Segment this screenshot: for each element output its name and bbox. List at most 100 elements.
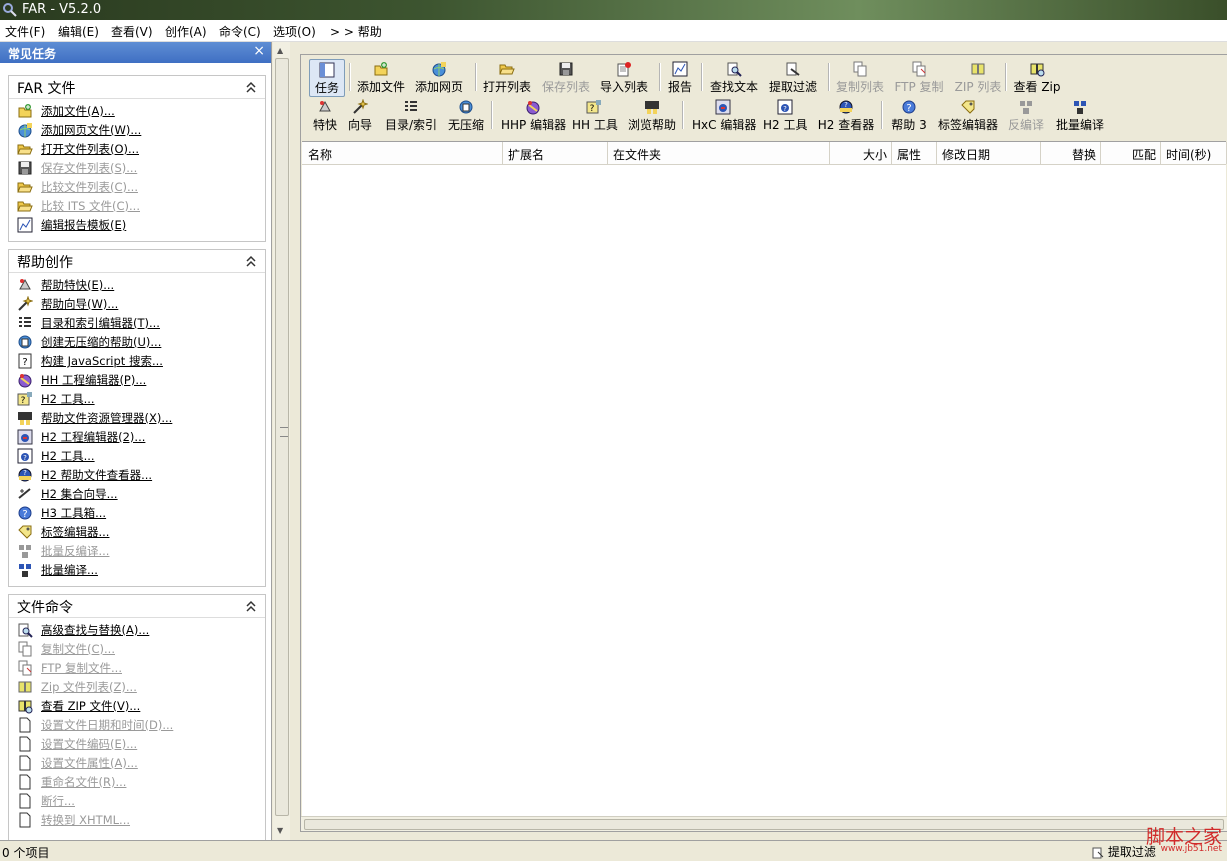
menu-command[interactable]: 命令(C) — [219, 23, 261, 40]
column-header-cell[interactable]: 属性 — [891, 142, 937, 164]
task-item[interactable]: 添加文件(A)... — [17, 102, 262, 121]
toolbar-button[interactable]: FTP 复制 — [894, 59, 944, 95]
column-header-cell[interactable]: 时间(秒) — [1160, 142, 1227, 164]
toolbar-button[interactable]: ? H2 工具 — [763, 97, 807, 133]
task-item[interactable]: 标签编辑器... — [17, 523, 262, 542]
task-item[interactable]: 创建无压缩的帮助(U)... — [17, 333, 262, 352]
task-item[interactable]: ? H2 工具... — [17, 447, 262, 466]
toolbar-separator — [682, 101, 684, 129]
menu-author[interactable]: 创作(A) — [165, 23, 207, 40]
toolbar-button-label: 向导 — [347, 118, 372, 132]
menu-options[interactable]: 选项(O) — [273, 23, 316, 40]
toolbar-button[interactable]: ZIP 列表 — [953, 59, 1003, 95]
toolbar-button[interactable]: ? 帮助 3 — [889, 97, 929, 133]
toolbar-button[interactable]: 特快 — [311, 97, 339, 133]
column-header-cell[interactable]: 大小 — [829, 142, 892, 164]
toolbar-button-label: 浏览帮助 — [627, 118, 676, 132]
collapse-chevron-icon[interactable] — [245, 81, 257, 93]
task-item[interactable]: 帮助特快(E)... — [17, 276, 262, 295]
task-item[interactable]: 目录和索引编辑器(T)... — [17, 314, 262, 333]
task-item[interactable]: 重命名文件(R)... — [17, 773, 262, 792]
toolbar-button[interactable]: 保存列表 — [541, 59, 591, 95]
toolbar-button[interactable]: 向导 — [346, 97, 374, 133]
horizontal-scrollbar[interactable] — [301, 816, 1227, 831]
menu-edit[interactable]: 编辑(E) — [58, 23, 99, 40]
toolbar-button[interactable]: 目录/索引 — [383, 97, 439, 133]
column-header-cell[interactable]: 替换 — [1040, 142, 1101, 164]
file-list[interactable]: 名称 扩展名 在文件夹 大小 属性 修改日期 替换 匹配 时间(秒) — [302, 141, 1227, 820]
toolbar-button-label: H2 查看器 — [817, 118, 875, 132]
task-item[interactable]: 批量编译... — [17, 561, 262, 580]
task-item[interactable]: 打开文件列表(O)... — [17, 140, 262, 159]
column-header-cell[interactable]: 修改日期 — [936, 142, 1041, 164]
task-item[interactable]: ? H2 帮助文件查看器... — [17, 466, 262, 485]
collapse-chevron-icon[interactable] — [245, 600, 257, 612]
toolbar-button[interactable]: ? H2 查看器 — [816, 97, 876, 133]
task-pane-scrollbar[interactable]: ▲ ▼ — [273, 42, 290, 840]
task-item[interactable]: 查看 ZIP 文件(V)... — [17, 697, 262, 716]
toolbar-button[interactable]: 浏览帮助 — [626, 97, 678, 133]
scroll-down-icon[interactable]: ▼ — [277, 826, 283, 835]
menu-file[interactable]: 文件(F) — [5, 23, 45, 40]
task-item[interactable]: 比较 ITS 文件(C)... — [17, 197, 262, 216]
task-item[interactable]: ? H3 工具箱... — [17, 504, 262, 523]
task-item[interactable]: 帮助文件资源管理器(X)... — [17, 409, 262, 428]
task-item[interactable]: 添加网页文件(W)... — [17, 121, 262, 140]
toolbar-button[interactable]: 复制列表 — [835, 59, 885, 95]
menu-help[interactable]: > > 帮助 — [330, 23, 382, 40]
hhp-editor-icon — [18, 374, 32, 388]
column-header-cell[interactable]: 扩展名 — [502, 142, 608, 164]
toolbar-button[interactable]: ? HH 工具 — [572, 97, 618, 133]
toolbar-button[interactable]: 导入列表 — [599, 59, 649, 95]
group-header[interactable]: 文件命令 — [9, 595, 265, 618]
toolbar-button[interactable]: 批量编译 — [1054, 97, 1106, 133]
toolbar-button[interactable]: 提取过滤 — [768, 59, 818, 95]
group-title: 文件命令 — [17, 600, 73, 616]
toolbar-button[interactable]: 添加网页 — [414, 59, 464, 95]
task-item[interactable]: 保存文件列表(S)... — [17, 159, 262, 178]
task-item[interactable]: ? H2 工具... — [17, 390, 262, 409]
group-header[interactable]: FAR 文件 — [9, 76, 265, 99]
column-header-cell[interactable]: 名称 — [302, 142, 503, 164]
svg-text:?: ? — [23, 469, 27, 477]
task-item[interactable]: 帮助向导(W)... — [17, 295, 262, 314]
toolbar-button[interactable]: 添加文件 — [356, 59, 406, 95]
task-item[interactable]: 断行... — [17, 792, 262, 811]
task-item[interactable]: 比较文件列表(C)... — [17, 178, 262, 197]
scroll-up-icon[interactable]: ▲ — [277, 46, 283, 55]
toolbar-button[interactable]: HHP 编辑器 — [501, 97, 566, 133]
task-item[interactable]: 复制文件(C)... — [17, 640, 262, 659]
collapse-chevron-icon[interactable] — [245, 255, 257, 267]
column-header-cell[interactable]: 在文件夹 — [607, 142, 830, 164]
toolbar-button[interactable]: 打开列表 — [482, 59, 532, 95]
task-item[interactable]: 转换到 XHTML... — [17, 811, 262, 830]
toolbar-button[interactable]: 查看 Zip — [1012, 59, 1062, 95]
task-item[interactable]: H2 集合向导... — [17, 485, 262, 504]
task-item[interactable]: 设置文件编码(E)... — [17, 735, 262, 754]
toolbar-button[interactable]: 报告 — [666, 59, 694, 95]
task-item[interactable]: 高级查找与替换(A)... — [17, 621, 262, 640]
toc-icon — [405, 101, 417, 111]
task-item[interactable]: Zip 文件列表(Z)... — [17, 678, 262, 697]
toolbar-button[interactable]: 查找文本 — [709, 59, 759, 95]
group-header[interactable]: 帮助创作 — [9, 250, 265, 273]
task-item[interactable]: 设置文件属性(A)... — [17, 754, 262, 773]
scrollbar-thumb[interactable] — [275, 58, 289, 816]
task-item[interactable]: 批量反编译... — [17, 542, 262, 561]
close-icon[interactable]: × — [253, 43, 265, 59]
toolbar-button[interactable]: 标签编辑器 — [936, 97, 1000, 133]
column-header-cell[interactable]: 匹配 — [1100, 142, 1161, 164]
toolbar-button-label: 批量编译 — [1055, 118, 1104, 132]
task-item[interactable]: FTP 复制文件... — [17, 659, 262, 678]
toolbar-button[interactable]: 任务 — [309, 59, 345, 97]
task-item[interactable]: 编辑报告模板(E) — [17, 216, 262, 235]
task-item[interactable]: HH 工程编辑器(P)... — [17, 371, 262, 390]
task-item[interactable]: ? 构建 JavaScript 搜索... — [17, 352, 262, 371]
task-item[interactable]: H2 工程编辑器(2)... — [17, 428, 262, 447]
hscroll-thumb[interactable] — [304, 819, 1224, 830]
task-item[interactable]: 设置文件日期和时间(D)... — [17, 716, 262, 735]
toolbar-button[interactable]: HxC 编辑器 — [692, 97, 756, 133]
menu-view[interactable]: 查看(V) — [111, 23, 153, 40]
toolbar-button[interactable]: 无压缩 — [446, 97, 486, 133]
toolbar-button[interactable]: 反编译 — [1006, 97, 1046, 133]
